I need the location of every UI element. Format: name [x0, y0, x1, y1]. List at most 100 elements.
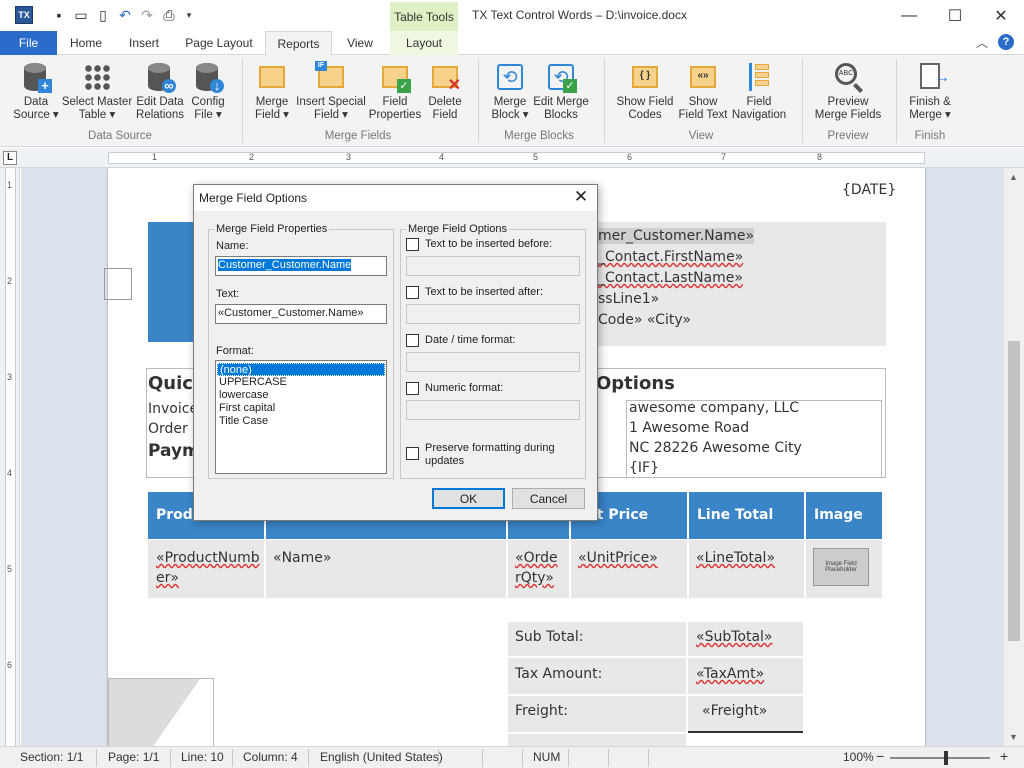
edit-data-relations-button[interactable]: ∞ Edit Data Relations: [134, 61, 186, 122]
image-placeholder[interactable]: Image Field Placeholder: [813, 548, 869, 586]
tab-home[interactable]: Home: [60, 31, 112, 55]
ok-button[interactable]: OK: [432, 488, 505, 509]
dialog-title: Merge Field Options: [199, 191, 308, 205]
tab-view[interactable]: View: [336, 31, 384, 55]
help-icon[interactable]: ?: [998, 34, 1014, 50]
scroll-up-icon[interactable]: ▲: [1009, 172, 1018, 182]
date-field: {DATE}: [842, 182, 897, 198]
open-folder-icon[interactable]: ▭: [72, 6, 90, 24]
merge-block-button[interactable]: ⟲ Merge Block ▾: [488, 61, 532, 122]
insert-special-field-button[interactable]: IF Insert Special Field ▾: [296, 61, 366, 122]
product-row: [148, 540, 882, 598]
vertical-ruler: 1 2 3 4 5 6: [0, 168, 20, 746]
company-line: NC 28226 Awesome City: [629, 440, 802, 456]
preserve-formatting-label: Preserve formatting during: [425, 442, 555, 454]
product-number-field: «ProductNumb: [156, 550, 260, 566]
collapse-ribbon-icon[interactable]: ︿: [976, 34, 988, 51]
new-document-icon[interactable]: ▯: [94, 6, 112, 24]
vertical-scrollbar[interactable]: ▲ ▼: [1004, 168, 1024, 746]
tab-layout[interactable]: Layout: [390, 31, 458, 55]
redo-icon[interactable]: ↷: [138, 6, 156, 24]
horizontal-ruler[interactable]: 1 2 3 4 5 6 7 8: [108, 152, 925, 164]
text-after-checkbox[interactable]: [406, 286, 419, 299]
finish-merge-icon: [920, 63, 950, 89]
text-before-input[interactable]: [406, 256, 580, 276]
decorative-shape: [108, 678, 214, 746]
merge-field-options-dialog: Merge Field Options ✕ Merge Field Proper…: [193, 184, 598, 521]
format-listbox[interactable]: (none) UPPERCASE lowercase First capital…: [215, 360, 387, 474]
company-line: awesome company, LLC: [629, 400, 800, 416]
format-option[interactable]: (none): [217, 363, 385, 376]
config-file-button[interactable]: ↓ Config File ▾: [188, 61, 228, 122]
data-source-button[interactable]: + Data Source ▾: [13, 61, 59, 122]
tab-stop-selector[interactable]: L: [3, 151, 17, 165]
zoom-in-icon[interactable]: +: [1000, 748, 1008, 764]
text-after-input[interactable]: [406, 304, 580, 324]
status-bar: Section: 1/1 Page: 1/1 Line: 10 Column: …: [0, 746, 1024, 768]
merge-field-icon: [259, 66, 285, 88]
select-master-table-button[interactable]: Select Master Table ▾: [62, 61, 132, 122]
group-label-data-source: Data Source: [88, 130, 152, 142]
date-format-checkbox[interactable]: [406, 334, 419, 347]
name-field[interactable]: Customer_Customer.Name: [215, 256, 387, 276]
finish-merge-button[interactable]: Finish & Merge ▾: [904, 61, 956, 122]
address-line: Code» «City»: [598, 312, 691, 328]
tab-reports[interactable]: Reports: [265, 31, 332, 56]
status-page: Page: 1/1: [108, 750, 160, 764]
cancel-button[interactable]: Cancel: [512, 488, 585, 509]
field-codes-icon: [632, 66, 658, 88]
product-number-field-cont: er»: [156, 570, 179, 586]
numeric-format-checkbox[interactable]: [406, 382, 419, 395]
field-navigation-button[interactable]: Field Navigation: [730, 61, 788, 122]
numeric-format-input[interactable]: [406, 400, 580, 420]
text-field[interactable]: «Customer_Customer.Name»: [215, 304, 387, 324]
format-option[interactable]: First capital: [217, 402, 385, 415]
options-heading: Options: [596, 373, 675, 394]
title-bar: TX ▪ ▭ ▯ ↶ ↷ ⎙ ▾ Table Tools TX Text Con…: [0, 0, 1024, 31]
date-format-label: Date / time format:: [425, 334, 516, 346]
ribbon-tab-row: File Home Insert Page Layout Reports Vie…: [0, 31, 1024, 56]
merge-field-button[interactable]: Merge Field ▾: [250, 61, 294, 122]
zoom-slider[interactable]: [890, 757, 990, 759]
address-line: _Contact.LastName»: [598, 270, 743, 286]
subtotal-label: Sub Total:: [515, 629, 584, 645]
scrollbar-thumb[interactable]: [1008, 341, 1020, 641]
tab-insert[interactable]: Insert: [118, 31, 170, 55]
company-line: 1 Awesome Road: [629, 420, 750, 436]
maximize-icon[interactable]: ☐: [932, 0, 978, 31]
side-marker: [104, 268, 132, 300]
freight-field: «Freight»: [702, 703, 768, 719]
field-text-icon: [690, 66, 716, 88]
zoom-slider-thumb[interactable]: [944, 751, 948, 765]
text-before-checkbox[interactable]: [406, 238, 419, 251]
scroll-down-icon[interactable]: ▼: [1009, 732, 1018, 742]
format-option[interactable]: UPPERCASE: [217, 376, 385, 389]
tab-page-layout[interactable]: Page Layout: [178, 31, 260, 55]
save-icon[interactable]: ▪: [50, 6, 68, 24]
address-line: mer_Customer.Name»: [598, 228, 755, 244]
status-language[interactable]: English (United States): [320, 750, 443, 764]
print-icon[interactable]: ⎙: [160, 6, 178, 24]
customize-toolbar-icon[interactable]: ▾: [180, 6, 198, 24]
group-label-finish: Finish: [914, 130, 946, 142]
field-properties-button[interactable]: ✓ Field Properties: [368, 61, 422, 122]
minimize-icon[interactable]: —: [886, 0, 932, 31]
format-option[interactable]: lowercase: [217, 389, 385, 402]
date-format-input[interactable]: [406, 352, 580, 372]
undo-icon[interactable]: ↶: [116, 6, 134, 24]
tax-amount-label: Tax Amount:: [515, 666, 603, 682]
preserve-formatting-checkbox[interactable]: [406, 447, 419, 460]
edit-merge-blocks-button[interactable]: ⟲ ✓ Edit Merge Blocks: [532, 61, 590, 122]
show-field-codes-button[interactable]: Show Field Codes: [614, 61, 676, 122]
show-field-text-button[interactable]: Show Field Text: [676, 61, 730, 122]
delete-field-button[interactable]: ✕ Delete Field: [424, 61, 466, 122]
dialog-close-icon[interactable]: ✕: [571, 187, 591, 207]
ribbon: + Data Source ▾ Select Master Table ▾ ∞ …: [0, 55, 1024, 147]
close-window-icon[interactable]: ✕: [978, 0, 1024, 31]
preview-merge-fields-button[interactable]: ABC Preview Merge Fields: [812, 61, 884, 122]
status-line: Line: 10: [181, 750, 224, 764]
tab-file[interactable]: File: [0, 31, 57, 55]
group-separator: [478, 59, 479, 143]
format-option[interactable]: Title Case: [217, 415, 385, 428]
zoom-out-icon[interactable]: −: [876, 748, 884, 764]
